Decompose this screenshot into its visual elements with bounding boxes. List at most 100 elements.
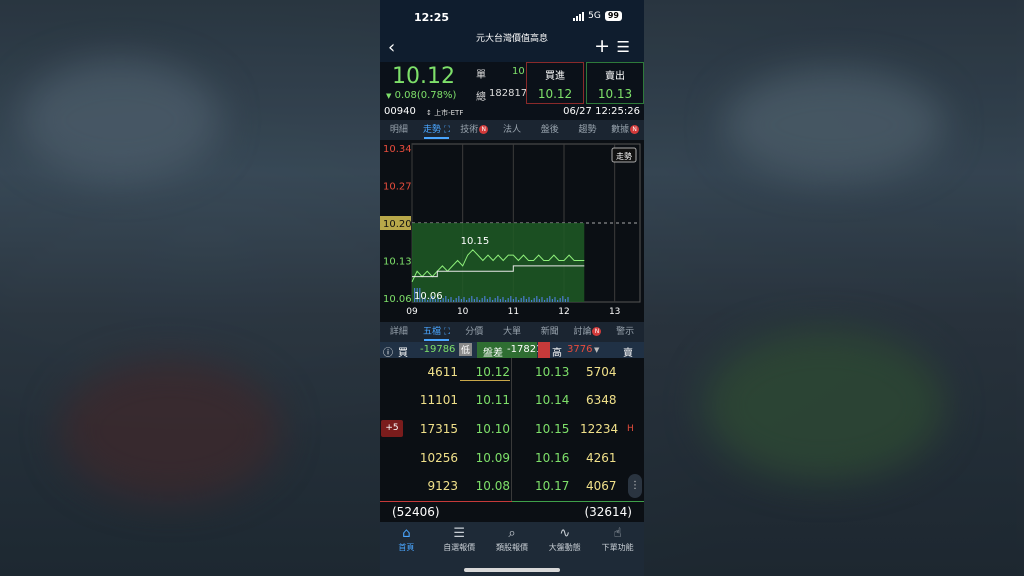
single-volume-value: 10 [512,66,525,77]
bottom-nav-home[interactable]: ⌂ 首頁 [380,522,433,576]
y-tick-label: 10.27 [383,182,412,193]
tab-detail[interactable]: 明細 [380,120,418,140]
hand-icon: ☝ [591,526,644,542]
volume-bar [453,300,454,302]
ask-volume: 4067 [586,479,617,493]
add-icon[interactable]: + [594,35,610,57]
volume-bar [513,299,514,302]
volume-bar [557,300,558,302]
volume-bar [466,300,467,302]
menu-icon[interactable]: ☰ [617,38,630,56]
bid-volume: 10256 [420,451,458,465]
volume-bar [515,297,516,302]
tab-news[interactable]: 新聞 [531,322,569,342]
bid-label: 買進 [527,67,583,82]
bottom-nav-order[interactable]: ☝ 下單功能 [591,522,644,576]
page-title: 元大台灣價值高息 [460,34,564,45]
tab-label: 法人 [503,125,521,135]
volume-bar [518,300,519,302]
intraday-chart[interactable]: 091011121310.3410.2710.2010.1310.0610.15… [380,140,644,322]
volume-bar [448,299,449,302]
tab-alerts[interactable]: 警示 [606,322,644,342]
volume-bar [523,296,524,302]
stock-code: 00940 [384,106,416,117]
main-tabs: 明細 走勢 ⛶ 技術N 法人 盤後 趨勢 數據N [380,120,644,140]
tab-after-hours[interactable]: 盤後 [531,120,569,140]
chart-search-icon: ⌕ [486,526,539,542]
tab-data[interactable]: 數據N [606,120,644,140]
status-time: 12:25 [414,11,449,24]
book-row[interactable]: 11101 10.11 10.14 6348 [380,386,644,414]
bid-volume: 17315 [420,422,458,436]
dropdown-icon[interactable]: ▼ [594,346,599,354]
ask-volume: 5704 [586,365,617,379]
tab-more-detail[interactable]: 詳細 [380,322,418,342]
volume-bar [526,299,527,302]
tab-discussion[interactable]: 討論N [569,322,607,342]
tab-label: 討論 [573,327,591,337]
bid-box[interactable]: 買進 10.12 [526,62,584,104]
book-row[interactable]: 10256 10.09 10.16 4261 [380,444,644,472]
ask-box[interactable]: 賣出 10.13 [586,62,644,104]
volume-bar [539,299,540,302]
tab-label: 五檔 [423,327,441,337]
market-type: ↕ 上市-ETF [426,108,463,118]
bid-price: 10.10 [476,422,510,436]
tab-label: 分價 [465,327,483,337]
tab-label: 走勢 [423,125,441,135]
volume-bar [492,300,493,302]
volume-bar [471,296,472,302]
book-row[interactable]: +5 17315 10.10 10.15 12234 H [380,415,644,443]
status-bar: 12:25 5G 99 [380,0,644,34]
list-icon: ☰ [433,526,486,542]
order-summary-bar: ⓘ 買 -19786 低 盤差 -17821 高 3776 ▼ 賣 [380,342,644,358]
book-row[interactable]: 9123 10.08 10.17 4067 ⋮ [380,472,644,500]
volume-bar [489,297,490,302]
expand-icon[interactable]: ⛶ [444,327,450,337]
volume-bar [541,297,542,302]
expand-icon[interactable]: ⛶ [444,125,450,135]
volume-bar [505,300,506,302]
low-annotation: 10.06 [414,291,443,302]
tab-technical[interactable]: 技術N [455,120,493,140]
bid-total: (52406) [392,505,440,519]
y-tick-label: 10.06 [383,294,412,305]
single-volume-label: 單 [476,66,486,81]
total-volume-value: 182817 [489,88,527,99]
tab-institutional[interactable]: 法人 [493,120,531,140]
down-arrow-icon: ▼ [386,92,391,100]
volume-bar [510,296,511,302]
ask-price: 10.14 [535,393,569,407]
info-icon[interactable]: ⓘ [383,344,393,359]
back-arrow-icon[interactable]: ‹ [388,37,395,58]
summary-high-label: 高 [552,344,562,359]
bottom-nav-label: 下單功能 [602,543,634,552]
volume-bar [549,296,550,302]
summary-buy-label: 買 [398,344,408,359]
volume-bar [554,297,555,302]
tab-price-distribution[interactable]: 分價 [455,322,493,342]
book-totals: (52406) (32614) [380,502,644,524]
tab-large-orders[interactable]: 大單 [493,322,531,342]
ask-total: (32614) [584,505,632,519]
tab-label: 趨勢 [578,125,596,135]
tab-five-levels[interactable]: 五檔 ⛶ [418,322,456,342]
ask-volume: 4261 [586,451,617,465]
book-row[interactable]: 4611 10.12 10.13 5704 [380,358,644,386]
volume-bar [474,299,475,302]
background-right [644,0,1024,576]
more-handle-icon[interactable]: ⋮ [628,474,642,498]
tab-trend-analysis[interactable]: 趨勢 [569,120,607,140]
high-flag: H [627,424,634,434]
x-tick-label: 10 [457,307,469,317]
chart-mode-label: 走勢 [616,151,632,161]
nav-bar: ‹ 元大台灣價值高息 + ☰ [380,34,644,62]
ask-price: 10.17 [535,479,569,493]
volume-bar [500,299,501,302]
volume-bar [521,298,522,302]
tab-trend[interactable]: 走勢 ⛶ [418,120,456,140]
tab-label: 警示 [616,327,634,337]
volume-bar [469,298,470,302]
ask-volume: 12234 [580,422,618,436]
x-tick-label: 13 [609,307,620,317]
